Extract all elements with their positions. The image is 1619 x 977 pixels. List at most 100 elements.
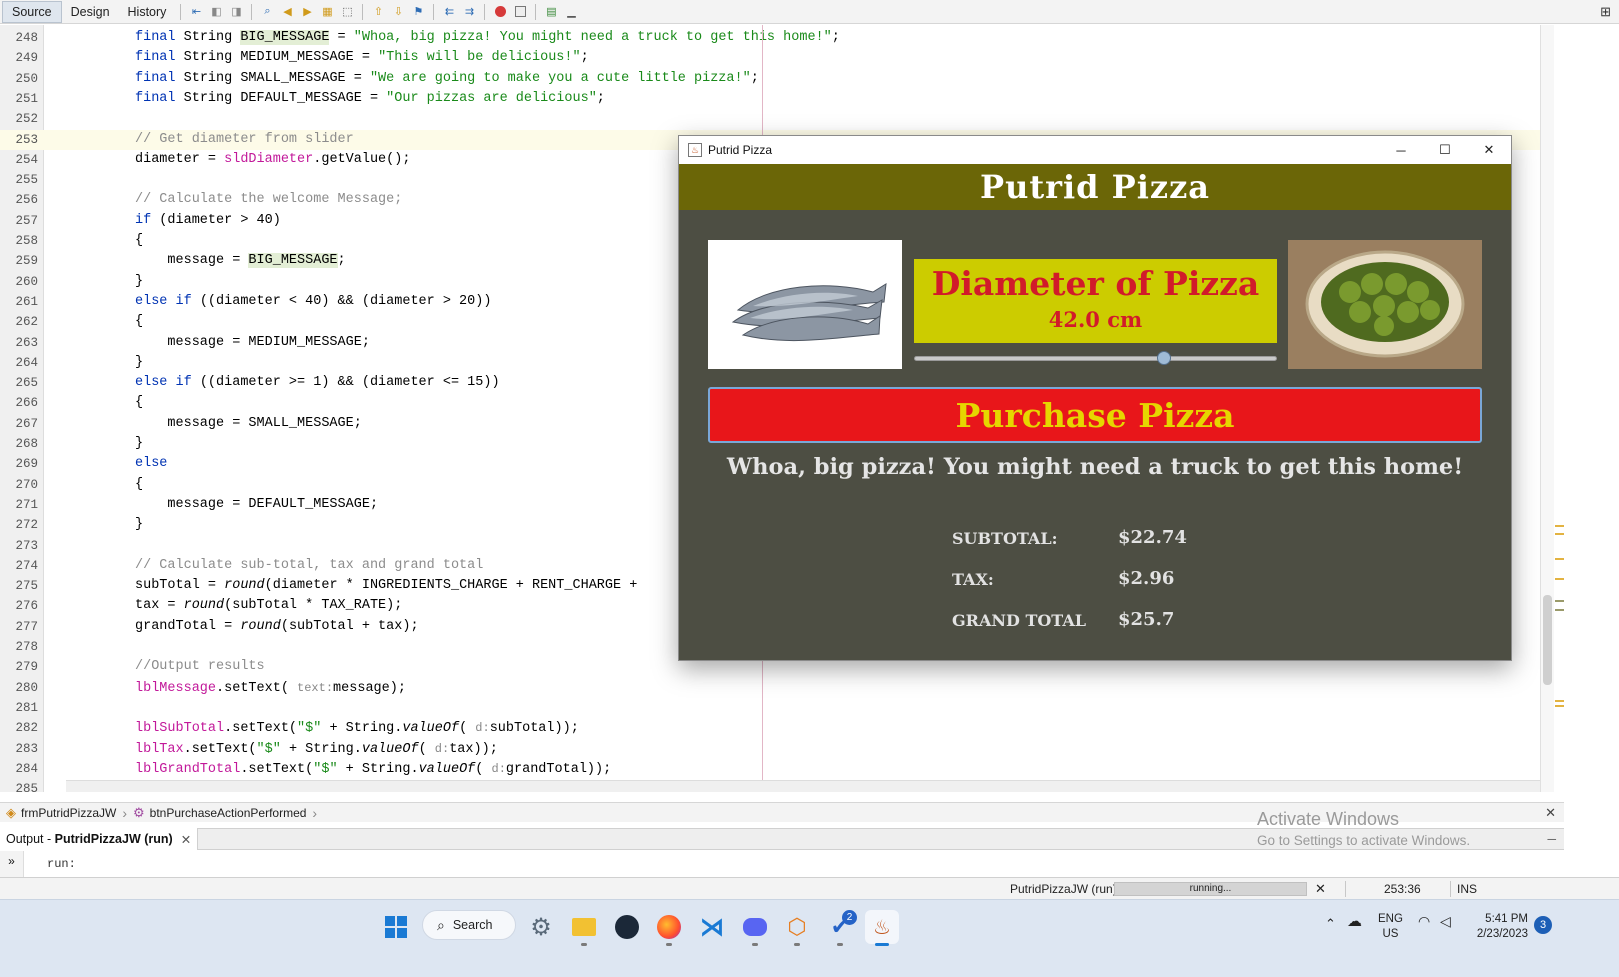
gear-icon: ⚙: [530, 913, 552, 941]
diameter-value: 42.0 cm: [1048, 307, 1143, 332]
insert-mode: INS: [1457, 882, 1478, 896]
next-bookmark-icon[interactable]: ⇩: [390, 4, 406, 20]
taskbar-search[interactable]: ⌕ Search: [422, 910, 516, 940]
close-icon[interactable]: ✕: [181, 832, 191, 847]
clock[interactable]: 5:41 PM 2/23/2023: [1470, 912, 1528, 942]
find-previous-icon[interactable]: ◀: [279, 4, 295, 20]
app-cube[interactable]: ⬡: [780, 910, 814, 946]
toggle-highlight-icon[interactable]: ▦: [319, 4, 335, 20]
code-text: lblMessage.setText( text:message);: [135, 680, 406, 696]
code-text: //Output results: [135, 659, 265, 675]
toggle-bookmark-icon[interactable]: ⚑: [410, 4, 426, 20]
volume-icon[interactable]: ◁: [1440, 914, 1451, 929]
code-line[interactable]: 284 lblGrandTotal.setText("$" + String.va…: [0, 759, 1540, 779]
stripe-mark[interactable]: [1555, 578, 1564, 580]
app-badge: 2: [842, 910, 857, 925]
java-app[interactable]: ♨: [865, 910, 899, 946]
code-line[interactable]: 249 final String MEDIUM_MESSAGE = "This w…: [0, 48, 1540, 68]
line-number: 283: [15, 741, 38, 756]
window-title: Putrid Pizza: [708, 143, 773, 157]
line-number: 276: [15, 599, 38, 614]
code-text: else: [135, 456, 168, 472]
settings-app[interactable]: ⚙: [524, 910, 558, 944]
steam-app[interactable]: [610, 910, 644, 944]
line-number: 249: [15, 51, 38, 66]
stripe-mark[interactable]: [1555, 609, 1564, 611]
rectangular-select-icon[interactable]: ⬚: [339, 4, 355, 20]
vscode-app[interactable]: ⋊: [695, 910, 729, 944]
diameter-slider[interactable]: [914, 356, 1277, 361]
last-edit-icon[interactable]: ⇤: [188, 4, 204, 20]
vertical-scrollbar[interactable]: [1540, 25, 1554, 792]
code-line[interactable]: 280 lblMessage.setText( text:message);: [0, 678, 1540, 698]
notification-badge[interactable]: 3: [1534, 916, 1552, 934]
back-icon[interactable]: ◧: [208, 4, 224, 20]
todo-app[interactable]: ✔ 2: [823, 910, 857, 946]
output-console[interactable]: » run:: [0, 851, 1564, 877]
code-line[interactable]: 281: [0, 698, 1540, 718]
maximize-button[interactable]: ☐: [1423, 136, 1467, 164]
error-stripe[interactable]: [1554, 25, 1564, 792]
close-icon[interactable]: ✕: [1545, 805, 1556, 821]
stripe-mark[interactable]: [1555, 700, 1564, 702]
tax-value: $2.96: [1118, 568, 1175, 589]
breadcrumb-method[interactable]: ⚙ btnPurchaseActionPerformed: [127, 805, 312, 821]
code-line[interactable]: 250 final String SMALL_MESSAGE = "We are …: [0, 69, 1540, 89]
onedrive-icon[interactable]: ☁: [1347, 914, 1362, 929]
firefox-app[interactable]: [652, 910, 686, 946]
minimize-button[interactable]: ─: [1379, 136, 1423, 164]
diameter-panel: Diameter of Pizza 42.0 cm: [914, 259, 1277, 343]
tab-output[interactable]: Output - PutridPizzaJW (run) ✕: [0, 828, 199, 850]
split-window-icon[interactable]: ⊞: [1600, 4, 1611, 20]
code-line[interactable]: 251 final String DEFAULT_MESSAGE = "Our p…: [0, 89, 1540, 109]
stop-macro-icon[interactable]: [512, 4, 528, 20]
line-number: 277: [15, 619, 38, 634]
code-line[interactable]: 282 lblSubTotal.setText("$" + String.valu…: [0, 718, 1540, 738]
discord-app[interactable]: [738, 910, 772, 946]
stripe-mark[interactable]: [1555, 525, 1564, 527]
cancel-process-icon[interactable]: ✕: [1315, 881, 1326, 897]
search-icon: ⌕: [437, 916, 445, 933]
tab-source[interactable]: Source: [2, 0, 62, 23]
line-number: 260: [15, 274, 38, 289]
code-line[interactable]: 252: [0, 109, 1540, 129]
breadcrumb-form[interactable]: ◈ frmPutridPizzaJW: [0, 805, 122, 821]
shift-right-icon[interactable]: ⇉: [461, 4, 477, 20]
code-line[interactable]: 248 final String BIG_MESSAGE = "Whoa, big…: [0, 28, 1540, 48]
find-icon[interactable]: ⌕: [259, 4, 275, 20]
start-macro-icon[interactable]: [492, 4, 508, 20]
line-number: 254: [15, 152, 38, 167]
file-explorer-app[interactable]: [567, 910, 601, 946]
shift-left-icon[interactable]: ⇇: [441, 4, 457, 20]
close-button[interactable]: ✕: [1467, 136, 1511, 164]
slider-thumb[interactable]: [1157, 351, 1172, 365]
purchase-button[interactable]: Purchase Pizza: [708, 387, 1482, 443]
uncomment-icon[interactable]: ▁: [563, 4, 579, 20]
stripe-mark[interactable]: [1555, 558, 1564, 560]
stripe-mark[interactable]: [1555, 600, 1564, 602]
wifi-icon[interactable]: ◠: [1418, 914, 1430, 929]
output-tab-label: Output - PutridPizzaJW (run): [6, 832, 173, 846]
start-button[interactable]: [379, 910, 413, 944]
grand-total-label: GRAND TOTAL: [952, 611, 1086, 630]
window-titlebar[interactable]: ♨ Putrid Pizza ─ ☐ ✕: [679, 136, 1511, 164]
comment-icon[interactable]: ▤: [543, 4, 559, 20]
scroll-thumb[interactable]: [1543, 595, 1552, 685]
forward-icon[interactable]: ◨: [228, 4, 244, 20]
stripe-mark[interactable]: [1555, 533, 1564, 535]
code-line[interactable]: 283 lblTax.setText("$" + String.valueOf( …: [0, 739, 1540, 759]
rerun-icon[interactable]: »: [0, 851, 24, 877]
find-next-icon[interactable]: ▶: [299, 4, 315, 20]
code-text: tax = round(subTotal * TAX_RATE);: [135, 598, 403, 614]
toolbar-divider: [362, 3, 364, 20]
progress-bar[interactable]: running...: [1114, 882, 1307, 896]
previous-bookmark-icon[interactable]: ⇧: [370, 4, 386, 20]
code-text: else if ((diameter < 40) && (diameter > …: [135, 293, 492, 309]
tab-history[interactable]: History: [119, 1, 176, 23]
minimize-icon[interactable]: ─: [1547, 832, 1556, 846]
stripe-mark[interactable]: [1555, 705, 1564, 707]
horizontal-scrollbar[interactable]: [66, 780, 1540, 792]
tab-design[interactable]: Design: [62, 1, 119, 23]
language-indicator[interactable]: ENG US: [1378, 912, 1403, 942]
chevron-up-icon[interactable]: ⌃: [1325, 916, 1336, 931]
